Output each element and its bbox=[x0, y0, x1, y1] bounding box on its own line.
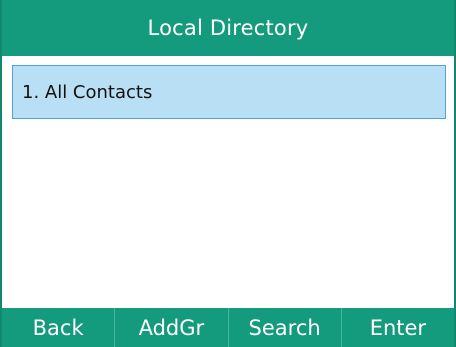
phone-screen: Local Directory 1. All Contacts Back Add… bbox=[0, 0, 456, 347]
enter-softkey-label: Enter bbox=[369, 315, 427, 340]
directory-list: 1. All Contacts bbox=[2, 56, 454, 308]
add-group-softkey-label: AddGr bbox=[138, 315, 205, 340]
list-item-label: 1. All Contacts bbox=[22, 81, 153, 103]
enter-softkey[interactable]: Enter bbox=[340, 308, 454, 347]
search-softkey[interactable]: Search bbox=[227, 308, 341, 347]
back-softkey[interactable]: Back bbox=[2, 308, 114, 347]
title-bar: Local Directory bbox=[2, 0, 454, 56]
softkey-bar: Back AddGr Search Enter bbox=[2, 308, 454, 347]
back-softkey-label: Back bbox=[32, 315, 84, 340]
add-group-softkey[interactable]: AddGr bbox=[114, 308, 227, 347]
list-item-all-contacts[interactable]: 1. All Contacts bbox=[12, 65, 446, 119]
search-softkey-label: Search bbox=[248, 315, 321, 340]
page-title: Local Directory bbox=[147, 16, 309, 40]
